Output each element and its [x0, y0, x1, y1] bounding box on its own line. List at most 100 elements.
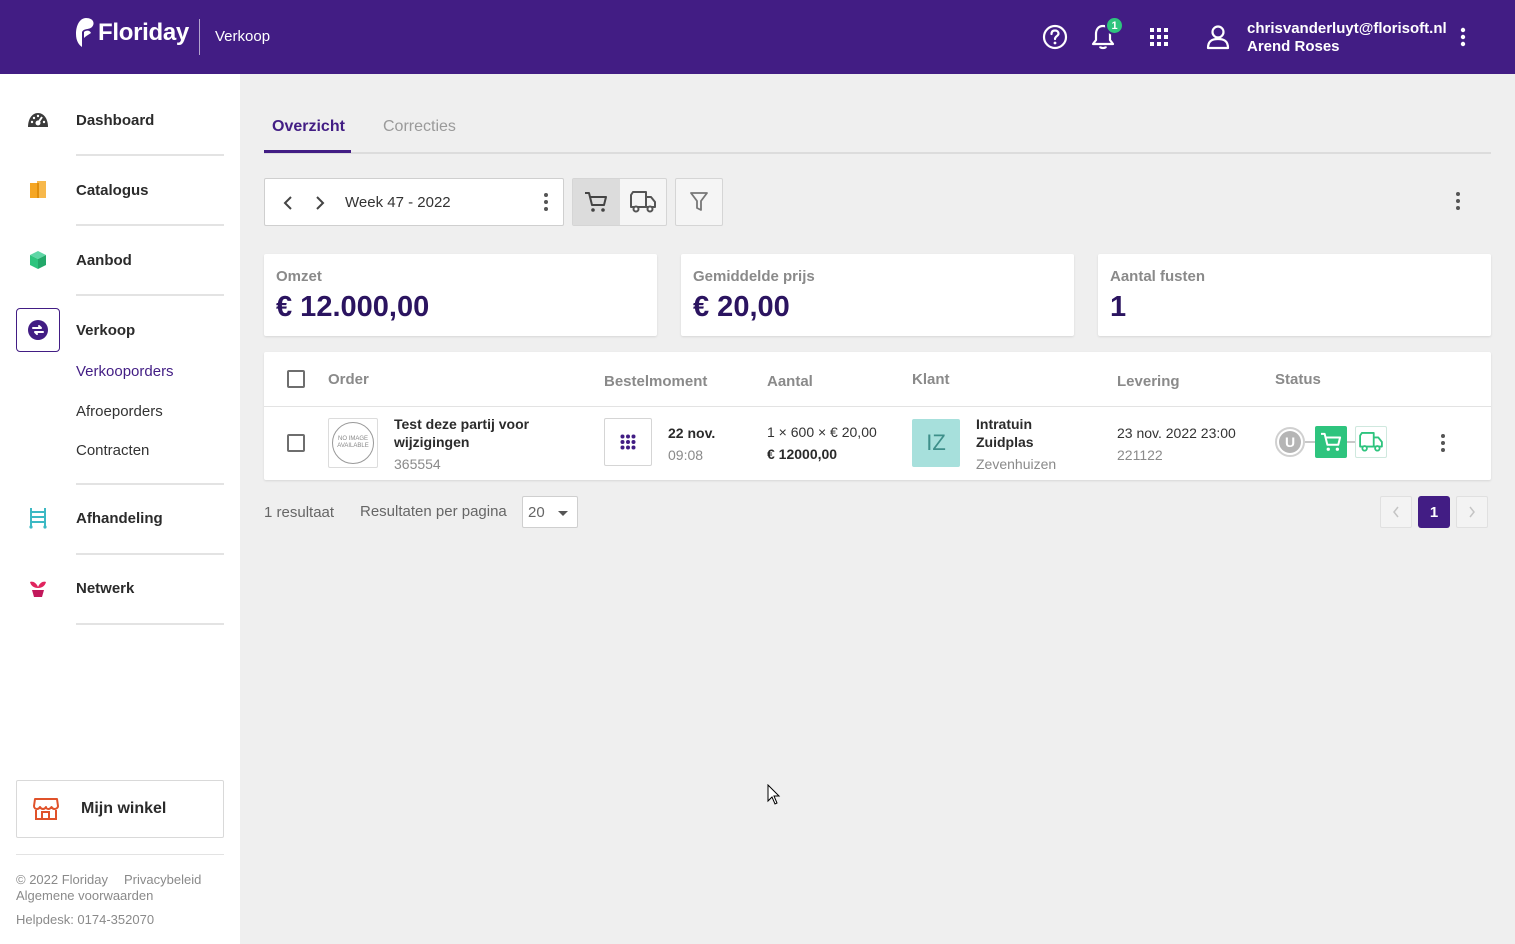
order-time: 09:08 [668, 447, 704, 463]
column-header-klant[interactable]: Klant [912, 371, 950, 388]
sidebar-subitem-afroeporders[interactable]: Afroeporders [76, 403, 163, 420]
top-bar: Floriday Verkoop 1 chrisvanderluyt@flori… [0, 0, 1515, 74]
results-count: 1 resultaat [264, 504, 335, 521]
helpdesk-text: Helpdesk: 0174-352070 [16, 912, 155, 927]
order-title-line2[interactable]: wijzigingen [394, 434, 469, 450]
customer-city: Zevenhuizen [976, 456, 1057, 472]
column-header-bestelmoment[interactable]: Bestelmoment [604, 373, 707, 390]
product-image-placeholder: NO IMAGE AVAILABLE [328, 418, 378, 468]
tab-correcties[interactable]: Correcties [383, 118, 456, 136]
page-options-icon[interactable] [1455, 190, 1461, 217]
sidebar-item-label: Afhandeling [76, 509, 163, 527]
truck-icon [629, 191, 656, 213]
stat-card-average-price: Gemiddelde prijs € 20,00 [681, 254, 1074, 336]
stat-label: Omzet [276, 268, 322, 285]
cart-icon [1321, 432, 1342, 451]
sidebar-item-catalogus[interactable]: Catalogus [16, 166, 224, 214]
per-page-select[interactable]: 20 [522, 496, 578, 528]
sale-exchange-icon [16, 308, 60, 352]
select-all-checkbox[interactable] [287, 370, 305, 388]
user-icon[interactable] [1203, 22, 1233, 52]
chevron-left-icon [283, 196, 292, 210]
status-connector [1305, 441, 1315, 443]
floriday-leaf-icon [76, 18, 94, 47]
trolley-icon [16, 496, 60, 540]
storefront-icon [33, 798, 59, 820]
sidebar-item-label: Dashboard [76, 111, 155, 129]
row-options-icon[interactable] [1436, 432, 1450, 459]
chevron-right-icon [316, 196, 325, 210]
order-details-button[interactable] [604, 418, 652, 466]
sidebar-item-aanbod[interactable]: Aanbod [16, 236, 224, 284]
column-header-levering[interactable]: Levering [1117, 373, 1180, 390]
stat-value: 1 [1110, 291, 1127, 323]
quantity-breakdown: 1 × 600 × € 20,00 [767, 424, 877, 440]
sidebar-item-label: Catalogus [76, 181, 149, 199]
column-header-order[interactable]: Order [328, 371, 369, 388]
per-page-value: 20 [528, 504, 545, 521]
chevron-left-icon [1393, 506, 1399, 518]
customer-name-line1[interactable]: Intratuin [976, 416, 1032, 432]
cart-icon [585, 192, 608, 212]
apps-grid-icon[interactable] [1144, 22, 1174, 52]
order-view-button[interactable] [573, 179, 620, 225]
customer-name-line2[interactable]: Zuidplas [976, 434, 1034, 450]
sidebar-item-dashboard[interactable]: Dashboard [16, 96, 224, 144]
notification-badge: 1 [1105, 16, 1124, 35]
page-number-current[interactable]: 1 [1418, 496, 1450, 528]
filter-button[interactable] [675, 178, 723, 226]
week-options-icon[interactable] [543, 191, 549, 218]
tabs-baseline [264, 152, 1491, 154]
column-header-aantal[interactable]: Aantal [767, 373, 813, 390]
customer-avatar: IZ [912, 419, 960, 467]
grid-dots-icon [620, 434, 636, 450]
more-vertical-icon[interactable] [1448, 22, 1478, 52]
sidebar-divider [76, 154, 224, 156]
previous-week-button[interactable] [277, 191, 299, 215]
order-title-line1[interactable]: Test deze partij voor [394, 416, 529, 432]
user-company: Arend Roses [1247, 38, 1340, 55]
user-email[interactable]: chrisvanderluyt@florisoft.nl [1247, 20, 1447, 37]
column-header-status[interactable]: Status [1275, 371, 1321, 388]
per-page-label: Resultaten per pagina [360, 503, 507, 520]
sidebar-item-verkoop[interactable]: Verkoop [16, 306, 224, 354]
caret-down-icon [558, 511, 568, 516]
my-shop-button[interactable]: Mijn winkel [16, 780, 224, 838]
order-date: 22 nov. [668, 425, 716, 441]
week-label[interactable]: Week 47 - 2022 [345, 194, 451, 211]
next-week-button[interactable] [309, 191, 331, 215]
active-tab-indicator [264, 150, 351, 153]
help-icon[interactable] [1040, 22, 1070, 52]
terms-link[interactable]: Algemene voorwaarden [16, 888, 153, 903]
delivery-view-button[interactable] [620, 179, 667, 225]
sidebar-divider [76, 483, 224, 485]
catalog-icon [16, 168, 60, 212]
stat-card-container-count: Aantal fusten 1 [1098, 254, 1491, 336]
floriday-logo[interactable]: Floriday [72, 16, 189, 50]
status-initial: U [1279, 431, 1301, 453]
sidebar-item-afhandeling[interactable]: Afhandeling [16, 494, 224, 542]
stat-value: € 20,00 [693, 291, 790, 323]
sidebar-item-netwerk[interactable]: Netwerk [16, 564, 224, 612]
brand-name: Floriday [98, 19, 189, 46]
sidebar-divider [76, 294, 224, 296]
next-page-button[interactable] [1456, 496, 1488, 528]
truck-icon [1359, 432, 1383, 452]
sidebar-subitem-verkooporders[interactable]: Verkooporders [76, 363, 174, 380]
row-checkbox[interactable] [287, 434, 305, 452]
sidebar-item-label: Aanbod [76, 251, 132, 269]
status-ordered [1315, 426, 1347, 458]
copyright-text: © 2022 Floriday [16, 872, 108, 887]
privacy-link[interactable]: Privacybeleid [124, 872, 201, 887]
plant-icon [16, 566, 60, 610]
view-toggle [572, 178, 667, 226]
status-delivery [1355, 426, 1387, 458]
order-total: € 12000,00 [767, 446, 838, 462]
status-connector [1347, 441, 1355, 443]
filter-icon [690, 192, 708, 211]
week-selector: Week 47 - 2022 [264, 178, 564, 226]
previous-page-button[interactable] [1380, 496, 1412, 528]
tab-overzicht[interactable]: Overzicht [272, 118, 345, 136]
sidebar-subitem-contracten[interactable]: Contracten [76, 442, 149, 459]
stat-label: Aantal fusten [1110, 268, 1206, 285]
